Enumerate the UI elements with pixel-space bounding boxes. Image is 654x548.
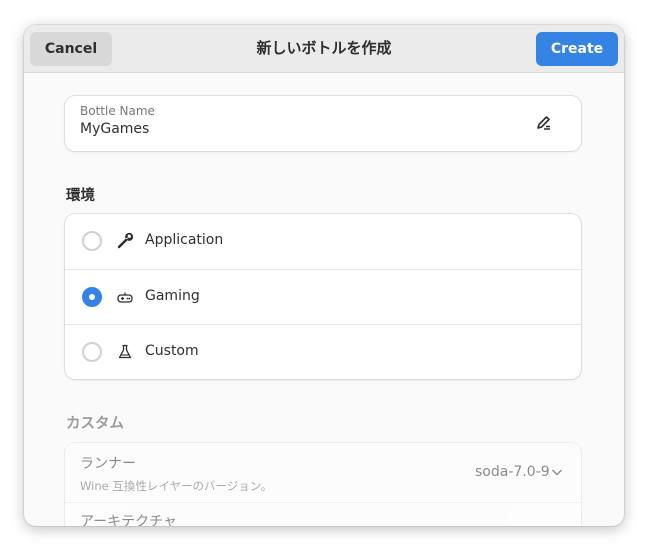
gamepad-icon bbox=[117, 292, 133, 303]
custom-section-title: カスタム bbox=[66, 416, 124, 432]
radio-custom[interactable] bbox=[82, 342, 102, 362]
chevron-down-icon[interactable] bbox=[550, 465, 564, 479]
headerbar: Cancel 新しいボトルを作成 Create bbox=[24, 25, 624, 73]
wrench-icon bbox=[117, 232, 134, 249]
env-option-custom[interactable]: Custom bbox=[65, 324, 581, 380]
env-option-gaming[interactable]: Gaming bbox=[65, 269, 581, 325]
radio-gaming[interactable] bbox=[82, 287, 102, 307]
architecture-title: アーキテクチャ bbox=[80, 514, 178, 526]
flask-icon bbox=[118, 344, 132, 359]
environment-list: Application Gaming Custom bbox=[65, 214, 581, 379]
env-option-application[interactable]: Application bbox=[65, 214, 581, 269]
env-option-label: Custom bbox=[145, 343, 199, 359]
environment-section-title: 環境 bbox=[66, 188, 95, 204]
create-bottle-dialog: Cancel 新しいボトルを作成 Create Bottle Name MyGa… bbox=[24, 25, 624, 526]
row-separator bbox=[65, 502, 581, 503]
runner-dropdown-value[interactable]: soda-7.0-9 bbox=[475, 464, 550, 480]
bottle-name-label: Bottle Name bbox=[80, 104, 155, 118]
env-option-label: Application bbox=[145, 232, 224, 248]
edit-icon[interactable] bbox=[535, 114, 553, 132]
bottle-name-input[interactable]: MyGames bbox=[80, 121, 149, 137]
radio-application[interactable] bbox=[82, 231, 102, 251]
dialog-title: 新しいボトルを作成 bbox=[256, 39, 392, 57]
runner-title: ランナー bbox=[80, 456, 136, 472]
create-button[interactable]: Create bbox=[536, 32, 618, 66]
cancel-button[interactable]: Cancel bbox=[30, 32, 112, 66]
bottle-name-field[interactable]: Bottle Name MyGames bbox=[65, 96, 581, 151]
chevron-down-icon[interactable] bbox=[550, 523, 564, 526]
runner-subtitle: Wine 互換性レイヤーのバージョン。 bbox=[80, 479, 273, 493]
custom-settings-list: ランナー Wine 互換性レイヤーのバージョン。 soda-7.0-9 アーキテ… bbox=[65, 443, 581, 526]
env-option-label: Gaming bbox=[145, 288, 200, 304]
